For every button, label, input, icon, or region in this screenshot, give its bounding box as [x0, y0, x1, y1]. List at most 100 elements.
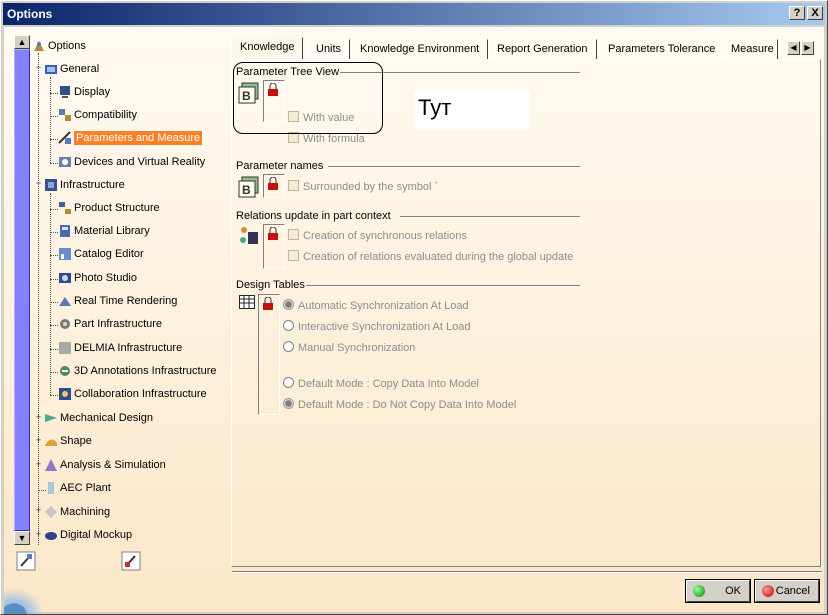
- expander-mechanical-design[interactable]: +: [34, 413, 43, 423]
- checkbox-synchronous-relations[interactable]: Creation of synchronous relations: [288, 229, 467, 243]
- relations-icon: [240, 227, 258, 244]
- expander-general[interactable]: −: [34, 63, 43, 73]
- tree-item-catalog-editor[interactable]: Catalog Editor: [58, 245, 144, 263]
- radio-copy-data[interactable]: Default Mode : Copy Data Into Model: [283, 377, 479, 391]
- scroll-up-arrow-icon[interactable]: ▲: [14, 35, 30, 49]
- expander-digital-mockup[interactable]: +: [34, 530, 43, 540]
- scroll-down-arrow-icon[interactable]: ▼: [14, 531, 30, 545]
- display-icon: [60, 86, 70, 99]
- part-infrastructure-icon: [60, 319, 70, 330]
- rendering-icon: [59, 297, 71, 307]
- tab-measure[interactable]: Measure: [722, 39, 778, 59]
- tab-knowledge-environment[interactable]: Knowledge Environment: [351, 39, 489, 59]
- tree-item-general[interactable]: General: [44, 60, 99, 78]
- design-table-icon: [239, 295, 255, 309]
- tree-item-devices[interactable]: Devices and Virtual Reality: [58, 153, 205, 171]
- title-bar[interactable]: Options: [3, 3, 825, 25]
- tree-tool-right-icon[interactable]: [121, 551, 141, 571]
- tree-item-product-structure[interactable]: Product Structure: [58, 199, 160, 217]
- tree-item-shape[interactable]: Shape: [44, 432, 92, 450]
- cancel-button[interactable]: Cancel: [754, 579, 820, 603]
- knowledge-tab-content: Parameter Tree View B With value With fo…: [231, 59, 821, 567]
- shape-icon: [45, 439, 57, 447]
- delmia-icon: [59, 342, 71, 355]
- tree-root-options[interactable]: Options: [32, 37, 86, 55]
- parameters-icon: [58, 131, 71, 145]
- tree-item-real-time-rendering[interactable]: Real Time Rendering: [58, 292, 177, 310]
- tree-item-analysis-simulation[interactable]: Analysis & Simulation: [44, 456, 166, 474]
- tree-item-infrastructure[interactable]: Infrastructure: [44, 176, 125, 194]
- annotation-rounded-rectangle: [233, 62, 383, 134]
- checkbox-global-update[interactable]: Creation of relations evaluated during t…: [288, 250, 573, 264]
- ok-green-dot-icon: [693, 585, 705, 597]
- expander-machining[interactable]: +: [34, 506, 43, 516]
- tree-item-mechanical-design[interactable]: Mechanical Design: [44, 409, 153, 427]
- group-title-parameter-names: Parameter names: [236, 160, 324, 172]
- digital-mockup-icon: [45, 532, 57, 541]
- product-structure-icon: [59, 202, 71, 215]
- radio-manual-sync[interactable]: Manual Synchronization: [283, 341, 415, 355]
- tab-scroll-left-icon[interactable]: ◀: [787, 41, 800, 55]
- expander-shape[interactable]: +: [34, 436, 43, 446]
- automatic-sync-radio[interactable]: [283, 299, 294, 310]
- annotation-text-box: Тут: [414, 91, 530, 129]
- tree-item-material-library[interactable]: Material Library: [58, 222, 150, 240]
- tree-item-aec-plant[interactable]: AEC Plant: [44, 479, 111, 497]
- footer-separator: [232, 571, 822, 573]
- corner-decoration: [4, 580, 54, 614]
- general-icon: [45, 65, 57, 75]
- compatibility-icon: [59, 109, 71, 122]
- catalog-editor-icon: [59, 248, 71, 261]
- tree-item-collaboration[interactable]: Collaboration Infrastructure: [58, 385, 207, 403]
- radio-interactive-sync[interactable]: Interactive Synchronization At Load: [283, 320, 470, 334]
- scroll-thumb[interactable]: [14, 49, 30, 531]
- no-copy-data-radio[interactable]: [283, 398, 294, 409]
- window-title: Options: [7, 7, 53, 21]
- tree-item-3d-annotations[interactable]: 3D Annotations Infrastructure: [58, 362, 216, 380]
- tree-item-machining[interactable]: Machining: [44, 503, 110, 521]
- tab-report-generation[interactable]: Report Generation: [488, 39, 597, 59]
- options-tree: Options − General Display Compatibility …: [32, 35, 227, 547]
- lock-icon: [268, 227, 278, 240]
- help-button[interactable]: ?: [789, 6, 805, 20]
- interactive-sync-radio[interactable]: [283, 320, 294, 331]
- lock-icon: [263, 297, 273, 310]
- tree-tool-left-icon[interactable]: [16, 551, 36, 571]
- tab-scroll-right-icon[interactable]: ▶: [801, 41, 814, 55]
- tree-item-photo-studio[interactable]: Photo Studio: [58, 269, 137, 287]
- checkbox-surrounded[interactable]: Surrounded by the symbol `: [288, 180, 438, 194]
- options-dialog: Options ? X ▲ ▼ Options − General Displa…: [0, 0, 828, 615]
- expander-analysis[interactable]: +: [34, 460, 43, 470]
- infrastructure-icon: [45, 179, 57, 192]
- radio-no-copy-data[interactable]: Default Mode : Do Not Copy Data Into Mod…: [283, 398, 516, 412]
- surrounded-checkbox[interactable]: [288, 180, 299, 191]
- tab-units[interactable]: Units: [307, 39, 351, 59]
- tree-scrollbar[interactable]: ▲ ▼: [14, 35, 30, 545]
- checkbox-with-formula[interactable]: With formula: [288, 132, 365, 146]
- lock-icon: [268, 177, 278, 190]
- mechanical-design-icon: [45, 414, 57, 423]
- tab-parameters-tolerance[interactable]: Parameters Tolerance: [599, 39, 725, 59]
- group-title-relations: Relations update in part context: [236, 210, 391, 222]
- copy-data-radio[interactable]: [283, 377, 294, 388]
- close-button[interactable]: X: [807, 6, 823, 20]
- tree-item-parameters-and-measure[interactable]: Parameters and Measure: [58, 129, 203, 147]
- tab-knowledge[interactable]: Knowledge: [231, 37, 304, 59]
- manual-sync-radio[interactable]: [283, 341, 294, 352]
- photo-studio-icon: [59, 273, 71, 284]
- tree-item-digital-mockup[interactable]: Digital Mockup: [44, 526, 132, 544]
- machining-icon: [45, 506, 57, 519]
- sync-relations-checkbox[interactable]: [288, 229, 299, 240]
- expander-infrastructure[interactable]: −: [34, 179, 43, 189]
- tree-item-compatibility[interactable]: Compatibility: [58, 106, 137, 124]
- global-update-checkbox[interactable]: [288, 250, 299, 261]
- group-title-design-tables: Design Tables: [236, 279, 305, 291]
- radio-automatic-sync[interactable]: Automatic Synchronization At Load: [283, 299, 469, 313]
- tree-item-display[interactable]: Display: [58, 83, 110, 101]
- svg-text:B: B: [242, 183, 251, 197]
- tree-item-part-infrastructure[interactable]: Part Infrastructure: [58, 315, 162, 333]
- ok-button[interactable]: OK: [685, 579, 751, 603]
- tab-strip: Knowledge Units Knowledge Environment Re…: [231, 37, 821, 59]
- collaboration-icon: [59, 388, 71, 401]
- tree-item-delmia-infrastructure[interactable]: DELMIA Infrastructure: [58, 339, 182, 357]
